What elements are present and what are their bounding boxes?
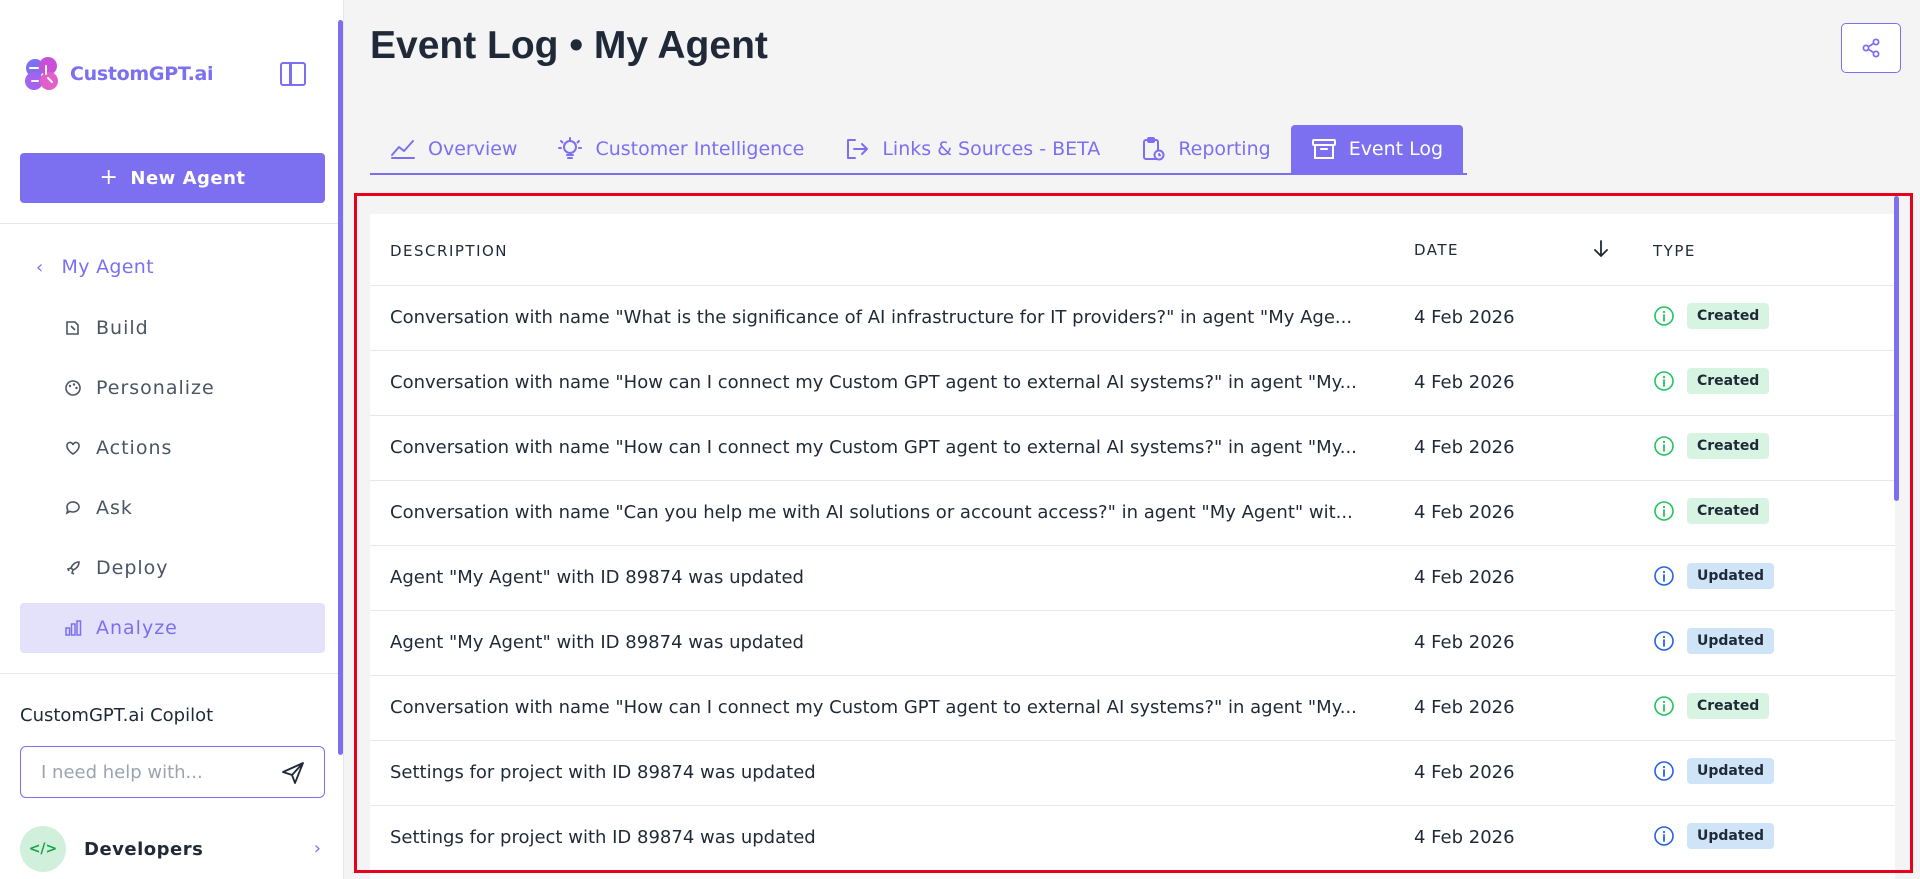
tab-event-log[interactable]: Event Log: [1290, 125, 1464, 173]
sidebar-item-ask[interactable]: Ask: [20, 483, 325, 533]
chat-bubble-icon: [65, 501, 80, 515]
tab-label: Reporting: [1178, 138, 1271, 160]
clipboard-icon: [1143, 137, 1165, 161]
sidebar-item-label: Analyze: [96, 617, 178, 639]
share-icon: [1862, 38, 1880, 58]
brain-logo-icon: [25, 57, 58, 90]
developers-label: Developers: [84, 838, 204, 860]
sidebar-item-label: Actions: [96, 437, 173, 459]
tab-customer-intelligence[interactable]: Customer Intelligence: [537, 125, 824, 173]
sidebar-item-label: Build: [96, 317, 149, 339]
chevron-right-icon: ›: [313, 838, 321, 859]
copilot-title: CustomGPT.ai Copilot: [20, 705, 214, 726]
tab-overview[interactable]: Overview: [370, 125, 537, 173]
sidebar-scrollbar[interactable]: [338, 20, 343, 755]
sidebar-item-label: Deploy: [96, 557, 169, 579]
analytics-tabs: Overview Customer Intelligence Links & S…: [370, 125, 1467, 175]
rocket-icon: [66, 561, 80, 575]
sidebar-item-label: Personalize: [96, 377, 215, 399]
back-label: My Agent: [61, 256, 154, 278]
actions-icon: [66, 441, 80, 455]
back-to-agent-link[interactable]: ‹ My Agent: [36, 256, 154, 278]
brand-name: CustomGPT.ai: [70, 63, 214, 85]
page-title: Event Log • My Agent: [370, 24, 768, 67]
developers-link[interactable]: </> Developers ›: [20, 824, 325, 874]
sidebar-item-build[interactable]: Build: [20, 303, 325, 353]
sidebar-item-deploy[interactable]: Deploy: [20, 543, 325, 593]
code-icon: </>: [20, 826, 66, 872]
sidebar-item-analyze[interactable]: Analyze: [20, 603, 325, 653]
archive-icon: [1311, 139, 1336, 159]
send-icon[interactable]: [280, 760, 306, 786]
chevron-left-icon: ‹: [36, 256, 44, 278]
sidebar-collapse-icon[interactable]: [280, 62, 306, 86]
palette-icon: [65, 380, 81, 396]
tab-label: Event Log: [1348, 138, 1444, 160]
tab-reporting[interactable]: Reporting: [1120, 125, 1290, 173]
share-button[interactable]: [1841, 23, 1901, 73]
exit-icon: [847, 139, 869, 159]
copilot-input-box: [20, 746, 325, 798]
copilot-input[interactable]: [41, 761, 261, 783]
lightbulb-icon: [558, 137, 583, 159]
tab-label: Links & Sources - BETA: [882, 138, 1101, 160]
tab-label: Customer Intelligence: [595, 138, 805, 160]
tab-label: Overview: [428, 138, 518, 160]
line-chart-icon: [391, 140, 415, 159]
sidebar: CustomGPT.ai + New Agent ‹ My Agent Buil…: [0, 0, 344, 879]
tab-links-sources[interactable]: Links & Sources - BETA: [824, 125, 1120, 173]
build-icon: [66, 321, 79, 335]
sidebar-item-personalize[interactable]: Personalize: [20, 363, 325, 413]
new-agent-label: New Agent: [130, 167, 246, 189]
sidebar-divider: [0, 223, 344, 224]
new-agent-button[interactable]: + New Agent: [20, 153, 325, 203]
sidebar-item-label: Ask: [96, 497, 133, 519]
sidebar-item-actions[interactable]: Actions: [20, 423, 325, 473]
sidebar-divider: [0, 673, 344, 674]
plus-icon: +: [99, 165, 119, 190]
bar-chart-icon: [65, 620, 82, 636]
brand-logo[interactable]: CustomGPT.ai: [20, 52, 214, 96]
highlight-frame: [354, 193, 1913, 873]
